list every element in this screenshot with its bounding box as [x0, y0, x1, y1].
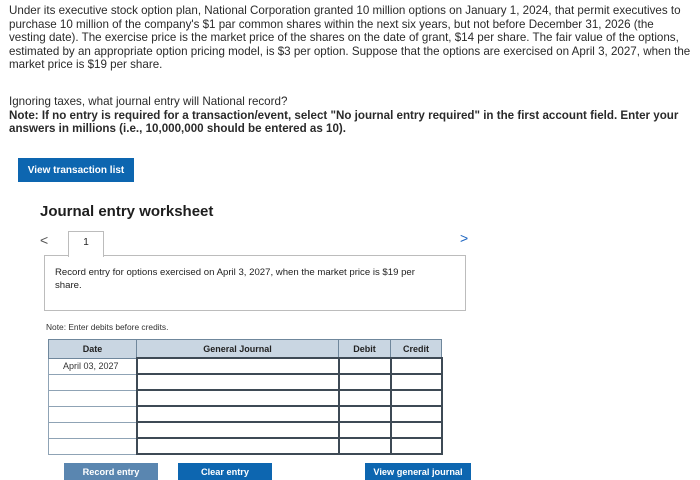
table-row	[48, 421, 443, 439]
credit-input[interactable]	[389, 373, 443, 391]
date-header: Date	[48, 339, 137, 359]
account-input[interactable]	[135, 421, 340, 439]
table-row	[48, 437, 443, 455]
record-entry-button[interactable]: Record entry	[64, 463, 158, 480]
general-journal-header: General Journal	[136, 339, 339, 359]
table-row	[48, 405, 443, 423]
table-row	[48, 389, 443, 407]
journal-header-row: Date General Journal Debit Credit	[48, 339, 442, 359]
journal-table: Date General Journal Debit Credit April …	[48, 339, 443, 455]
debit-credit-note: Note: Enter debits before credits.	[46, 322, 169, 332]
credit-input[interactable]	[389, 389, 443, 407]
question-note: Note: If no entry is required for a tran…	[9, 108, 679, 136]
account-input[interactable]	[135, 437, 340, 455]
date-cell	[48, 389, 137, 407]
debit-input[interactable]	[337, 437, 392, 455]
clear-entry-button[interactable]: Clear entry	[178, 463, 272, 480]
instruction-panel: Record entry for options exercised on Ap…	[44, 255, 466, 311]
problem-statement: Under its executive stock option plan, N…	[9, 4, 691, 72]
date-cell	[48, 405, 137, 423]
date-cell: April 03, 2027	[48, 357, 137, 375]
table-row	[48, 373, 443, 391]
account-input[interactable]	[135, 373, 340, 391]
debit-input[interactable]	[337, 373, 392, 391]
instruction-text: Record entry for options exercised on Ap…	[55, 267, 415, 291]
table-row: April 03, 2027	[48, 357, 443, 375]
view-transaction-list-button[interactable]: View transaction list	[18, 158, 134, 182]
account-input[interactable]	[135, 389, 340, 407]
question-prompt: Ignoring taxes, what journal entry will …	[9, 95, 288, 108]
debit-input[interactable]	[337, 405, 392, 423]
credit-input[interactable]	[389, 357, 443, 375]
date-cell	[48, 437, 137, 455]
credit-input[interactable]	[389, 437, 443, 455]
debit-input[interactable]	[337, 357, 392, 375]
date-cell	[48, 373, 137, 391]
tab-entry-1[interactable]: 1	[68, 231, 104, 257]
worksheet-title: Journal entry worksheet	[40, 203, 214, 220]
chevron-left-icon[interactable]: <	[40, 232, 48, 248]
debit-header: Debit	[338, 339, 391, 359]
question-block: Ignoring taxes, what journal entry will …	[9, 95, 693, 136]
debit-input[interactable]	[337, 421, 392, 439]
account-input[interactable]	[135, 405, 340, 423]
credit-input[interactable]	[389, 421, 443, 439]
view-general-journal-button[interactable]: View general journal	[365, 463, 471, 480]
credit-header: Credit	[390, 339, 442, 359]
credit-input[interactable]	[389, 405, 443, 423]
debit-input[interactable]	[337, 389, 392, 407]
date-cell	[48, 421, 137, 439]
account-input[interactable]	[135, 357, 340, 375]
chevron-right-icon[interactable]: >	[460, 230, 468, 246]
